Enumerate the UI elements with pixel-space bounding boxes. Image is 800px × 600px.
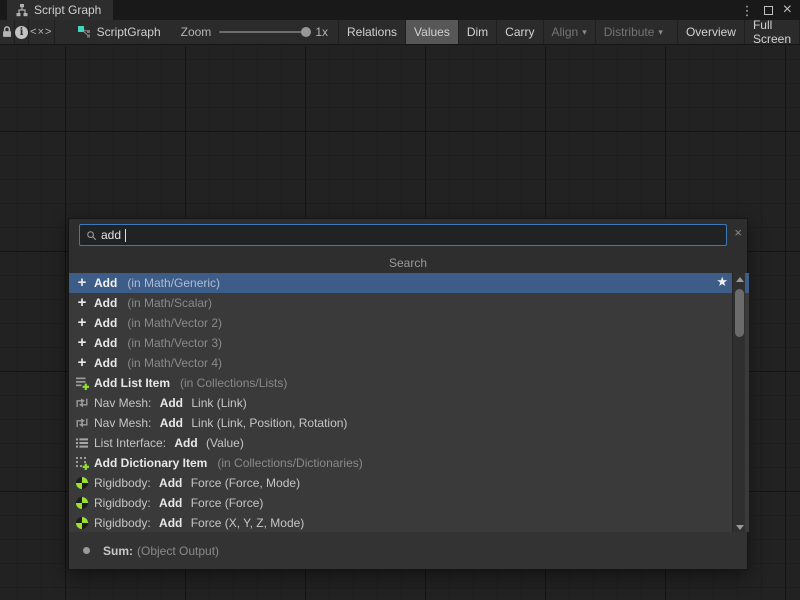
list-item[interactable]: List Interface: Add (Value) (69, 433, 749, 453)
graph-hierarchy-icon (15, 3, 29, 17)
list-item[interactable]: Nav Mesh: Add Link (Link) (69, 393, 749, 413)
code-icon: <×> (30, 26, 52, 38)
close-icon[interactable]: × (783, 2, 792, 18)
zoom-slider-thumb[interactable] (301, 27, 311, 37)
scrollbar-thumb[interactable] (735, 289, 744, 337)
list-item[interactable]: Nav Mesh: Add Link (Link, Position, Rota… (69, 413, 749, 433)
plus-icon: + (75, 276, 89, 290)
list-icon (75, 436, 89, 450)
info-icon: i (15, 26, 28, 39)
chevron-down-icon: ▾ (582, 27, 587, 38)
toolbar-button-align: Align▾ (543, 20, 595, 44)
more-menu-icon[interactable]: ⋮ (741, 4, 754, 17)
list-item[interactable]: +Add(in Math/Generic)★ (69, 273, 749, 293)
list-item[interactable]: Add Dictionary Item(in Collections/Dicti… (69, 453, 749, 473)
toolbar-button-full-screen[interactable]: Full Screen (744, 20, 800, 44)
navmesh-icon (75, 416, 89, 430)
script-graph-icon (77, 25, 91, 39)
list-item[interactable]: +Add(in Math/Vector 2) (69, 313, 749, 333)
graph-name-label: ScriptGraph (97, 25, 161, 39)
list-item[interactable]: +Add(in Math/Vector 4) (69, 353, 749, 373)
footer-detail: (Object Output) (137, 544, 219, 558)
toolbar-button-carry[interactable]: Carry (496, 20, 542, 44)
selection-preview-footer: Sum: (Object Output) (69, 532, 747, 569)
toolbar-button-overview[interactable]: Overview (677, 20, 744, 44)
clear-search-icon[interactable]: × (734, 226, 742, 239)
list-item[interactable]: +Add(in Math/Vector 3) (69, 333, 749, 353)
code-view-button[interactable]: <×> (29, 20, 55, 44)
port-dot-icon (83, 547, 90, 554)
rigidbody-icon (76, 477, 88, 489)
scrollbar[interactable] (732, 273, 745, 533)
search-input-value: add (101, 228, 121, 242)
search-icon (86, 228, 97, 242)
zoom-label: Zoom (181, 25, 212, 39)
rigidbody-icon (76, 517, 88, 529)
zoom-value: 1x (315, 25, 328, 39)
plus-icon: + (75, 336, 89, 350)
info-button[interactable]: i (15, 20, 29, 44)
toolbar-buttons: RelationsValuesDimCarryAlign▾Distribute▾… (338, 20, 800, 44)
list-item[interactable]: +Add(in Math/Scalar) (69, 293, 749, 313)
zoom-control: Zoom 1x (181, 20, 328, 44)
list-item[interactable]: Rigidbody: Add Force (X, Y, Z, Mode) (69, 513, 749, 533)
zoom-slider[interactable] (219, 31, 307, 33)
chevron-down-icon: ▾ (658, 27, 663, 38)
fuzzy-finder-dialog: add × Search +Add(in Math/Generic)★+Add(… (68, 218, 748, 570)
title-bar: Script Graph ⋮ × (0, 0, 800, 20)
toolbar-button-dim[interactable]: Dim (458, 20, 496, 44)
list-item[interactable]: Rigidbody: Add Force (Force, Mode) (69, 473, 749, 493)
tab-script-graph[interactable]: Script Graph (7, 0, 113, 20)
script-graph-window: Script Graph ⋮ × i <×> (0, 0, 800, 600)
footer-label: Sum: (103, 544, 133, 558)
star-icon[interactable]: ★ (716, 274, 728, 290)
toolbar-button-relations[interactable]: Relations (338, 20, 405, 44)
plus-icon: + (75, 356, 89, 370)
scroll-up-icon[interactable] (733, 273, 746, 285)
lock-icon (0, 25, 14, 39)
plus-icon: + (75, 316, 89, 330)
list-add-icon (75, 376, 89, 390)
dict-add-icon (75, 456, 89, 470)
search-results-list: +Add(in Math/Generic)★+Add(in Math/Scala… (69, 273, 749, 533)
text-caret (125, 229, 126, 242)
search-results-header: Search (69, 253, 747, 273)
search-row: add × (69, 219, 747, 253)
graph-breadcrumb[interactable]: ScriptGraph (77, 20, 161, 44)
list-item[interactable]: Rigidbody: Add Force (Force) (69, 493, 749, 513)
toolbar-button-values[interactable]: Values (405, 20, 458, 44)
maximize-icon[interactable] (764, 6, 773, 15)
tab-title: Script Graph (34, 3, 101, 17)
graph-toolbar: i <×> ScriptGraph Zoom 1x RelationsValue… (0, 20, 800, 45)
lock-button[interactable] (0, 20, 15, 44)
plus-icon: + (75, 296, 89, 310)
list-item[interactable]: Add List Item(in Collections/Lists) (69, 373, 749, 393)
navmesh-icon (75, 396, 89, 410)
search-input[interactable]: add (79, 224, 727, 246)
rigidbody-icon (76, 497, 88, 509)
toolbar-button-distribute: Distribute▾ (595, 20, 671, 44)
